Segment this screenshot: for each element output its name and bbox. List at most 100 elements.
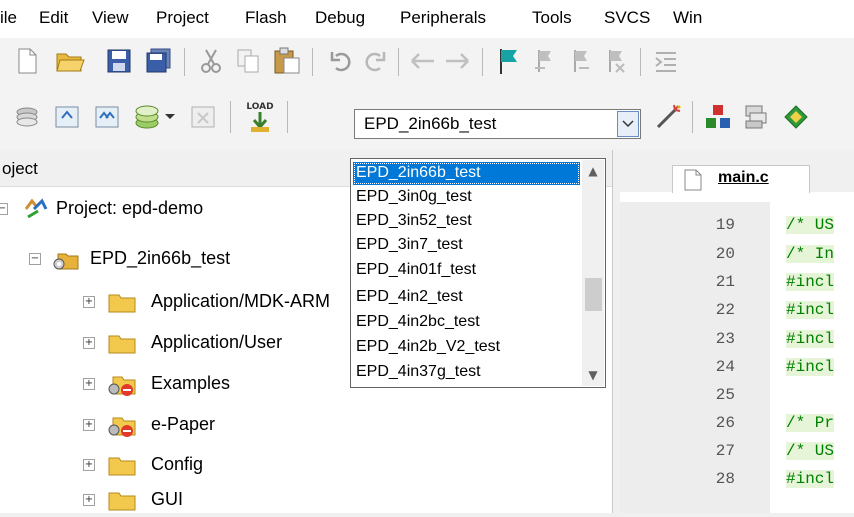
build-icon[interactable] bbox=[54, 104, 80, 130]
manage-components-icon[interactable] bbox=[704, 103, 732, 131]
toolbar-separator bbox=[184, 48, 185, 76]
code-text: #incl bbox=[786, 330, 835, 348]
file-extensions-icon[interactable] bbox=[742, 103, 770, 131]
tree-item-group[interactable]: + Application/MDK-ARM bbox=[0, 285, 350, 319]
tree-item-group[interactable]: + Examples bbox=[0, 367, 350, 401]
target-folder-icon bbox=[53, 253, 79, 270]
chevron-down-icon[interactable] bbox=[164, 112, 176, 122]
indent-icon[interactable] bbox=[654, 50, 678, 74]
prev-bookmark-icon[interactable] bbox=[533, 48, 557, 74]
code-text: #incl bbox=[786, 470, 835, 488]
tree-item-group[interactable]: + e-Paper bbox=[0, 408, 350, 442]
scrollbar-thumb[interactable] bbox=[585, 278, 602, 311]
collapse-icon[interactable]: − bbox=[0, 203, 8, 215]
download-load-icon[interactable]: LOAD bbox=[245, 99, 275, 135]
navigate-forward-icon[interactable] bbox=[444, 52, 470, 70]
menu-edit[interactable]: Edit bbox=[39, 8, 68, 28]
expand-icon[interactable]: + bbox=[83, 378, 95, 390]
new-file-icon[interactable] bbox=[16, 48, 38, 74]
navigate-back-icon[interactable] bbox=[410, 52, 436, 70]
code-line: 22 #incl bbox=[620, 301, 854, 329]
build-toolbar: LOAD EPD_2in66b_test bbox=[0, 85, 854, 151]
code-line: 25 bbox=[620, 386, 854, 414]
code-line: 26 /* Pr bbox=[620, 414, 854, 442]
dropdown-option[interactable]: EPD_2in66b_test bbox=[353, 162, 580, 185]
tree-item-group[interactable]: + GUI bbox=[0, 483, 350, 517]
menu-window[interactable]: Win bbox=[673, 8, 702, 28]
redo-icon[interactable] bbox=[364, 50, 386, 72]
tree-item-group[interactable]: + Application/User bbox=[0, 326, 350, 360]
line-number: 24 bbox=[715, 358, 735, 376]
stop-build-icon[interactable] bbox=[190, 104, 216, 130]
translate-icon[interactable] bbox=[14, 104, 40, 130]
dropdown-option[interactable]: EPD_3in52_test bbox=[353, 210, 580, 233]
toolbar-separator bbox=[312, 48, 313, 76]
menu-project[interactable]: Project bbox=[156, 8, 209, 28]
target-select-dropdown-button[interactable] bbox=[617, 111, 639, 137]
code-text: /* US bbox=[786, 216, 835, 234]
line-number: 23 bbox=[715, 330, 735, 348]
target-options-icon[interactable] bbox=[653, 103, 683, 131]
save-icon[interactable] bbox=[107, 49, 131, 73]
toolbar-separator bbox=[482, 48, 483, 76]
excluded-folder-icon bbox=[108, 376, 136, 396]
code-line: 19 /* US bbox=[620, 216, 854, 244]
expand-icon[interactable]: + bbox=[83, 494, 95, 506]
expand-icon[interactable]: + bbox=[83, 419, 95, 431]
save-all-icon[interactable] bbox=[146, 48, 172, 74]
dropdown-option[interactable]: EPD_3in7_test bbox=[353, 234, 580, 257]
target-select[interactable]: EPD_2in66b_test bbox=[354, 109, 641, 139]
tree-item-label: e-Paper bbox=[151, 414, 216, 434]
tree-item-target[interactable]: − EPD_2in66b_test bbox=[0, 242, 330, 276]
paste-icon[interactable] bbox=[273, 47, 301, 75]
scroll-down-icon[interactable]: ▼ bbox=[582, 364, 604, 386]
menu-tools[interactable]: Tools bbox=[532, 8, 572, 28]
target-select-value: EPD_2in66b_test bbox=[364, 114, 497, 133]
menu-flash[interactable]: Flash bbox=[245, 8, 287, 28]
menu-svcs[interactable]: SVCS bbox=[604, 8, 650, 28]
expand-icon[interactable]: + bbox=[83, 459, 95, 471]
project-icon bbox=[24, 198, 48, 219]
collapse-icon[interactable]: − bbox=[29, 253, 41, 265]
dropdown-option[interactable]: EPD_4in2bc_test bbox=[353, 311, 580, 334]
dropdown-option[interactable]: EPD_4in01f_test bbox=[353, 259, 580, 282]
expand-icon[interactable]: + bbox=[83, 296, 95, 308]
tab-label: main.c bbox=[718, 169, 769, 186]
menu-debug[interactable]: Debug bbox=[315, 8, 365, 28]
bookmark-icon[interactable] bbox=[497, 47, 521, 75]
line-number: 19 bbox=[715, 216, 735, 234]
dropdown-option[interactable]: EPD_4in37g_test bbox=[353, 361, 580, 384]
pack-installer-icon[interactable] bbox=[784, 105, 808, 129]
batch-build-icon[interactable] bbox=[133, 103, 161, 131]
menu-file[interactable]: ile bbox=[0, 8, 17, 28]
tree-item-label: Application/MDK-ARM bbox=[151, 291, 331, 311]
dropdown-option[interactable]: EPD_4in2b_V2_test bbox=[353, 336, 580, 359]
tree-item-project-root[interactable]: − Project: epd-demo bbox=[0, 192, 300, 226]
code-text: #incl bbox=[786, 301, 835, 319]
project-panel-title: oject bbox=[2, 159, 38, 178]
code-text: /* US bbox=[786, 442, 835, 460]
tree-item-group[interactable]: + Config bbox=[0, 448, 350, 482]
clear-bookmarks-icon[interactable] bbox=[604, 48, 628, 74]
editor-pane: main.c 19 /* US 20 /* In 21 #incl 22 #incl 23 #in… bbox=[620, 150, 854, 513]
dropdown-option[interactable]: EPD_3in0g_test bbox=[353, 186, 580, 209]
open-folder-icon[interactable] bbox=[55, 48, 85, 74]
menu-bar: ile Edit View Project Flash Debug Periph… bbox=[0, 0, 854, 38]
dropdown-option[interactable]: EPD_4in2_test bbox=[353, 286, 580, 309]
toolbar-separator bbox=[230, 101, 231, 133]
load-label: LOAD bbox=[246, 102, 273, 112]
expand-icon[interactable]: + bbox=[83, 337, 95, 349]
next-bookmark-icon[interactable] bbox=[569, 48, 593, 74]
scroll-up-icon[interactable]: ▲ bbox=[582, 160, 604, 182]
target-dropdown-list: EPD_2in66b_test EPD_3in0g_test EPD_3in52… bbox=[350, 158, 606, 388]
tab-main-c[interactable]: main.c bbox=[672, 165, 810, 193]
code-text: #incl bbox=[786, 358, 835, 376]
dropdown-scrollbar[interactable]: ▲ ▼ bbox=[582, 160, 604, 386]
undo-icon[interactable] bbox=[330, 50, 352, 72]
cut-icon[interactable] bbox=[200, 48, 222, 74]
folder-icon bbox=[108, 492, 136, 511]
rebuild-icon[interactable] bbox=[94, 104, 120, 130]
copy-icon[interactable] bbox=[236, 48, 262, 74]
menu-view[interactable]: View bbox=[92, 8, 129, 28]
menu-peripherals[interactable]: Peripherals bbox=[400, 8, 486, 28]
